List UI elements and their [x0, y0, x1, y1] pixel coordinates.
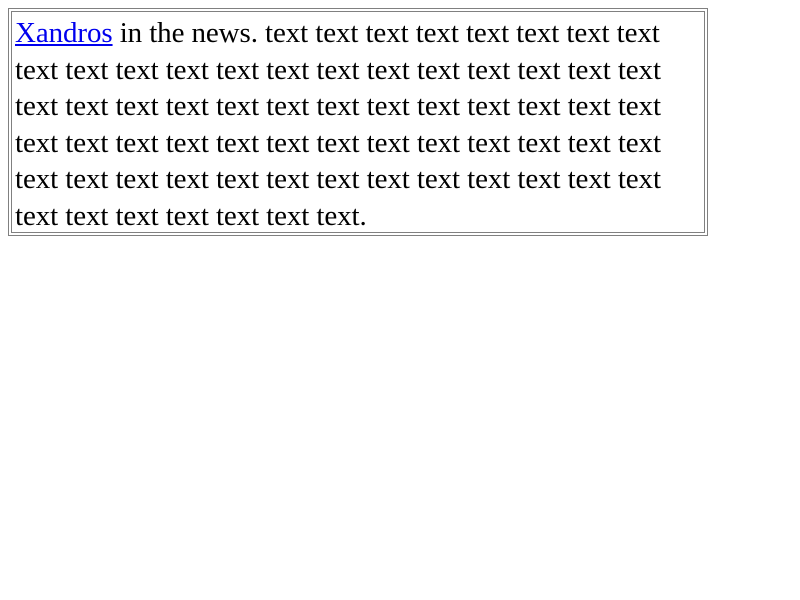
news-body-text: in the news. text text text text text te…	[15, 17, 661, 232]
news-box-outer-border: Xandros in the news. text text text text…	[8, 8, 708, 236]
news-paragraph: Xandros in the news. text text text text…	[15, 15, 673, 235]
xandros-link[interactable]: Xandros	[15, 17, 113, 49]
news-box: Xandros in the news. text text text text…	[11, 11, 705, 233]
